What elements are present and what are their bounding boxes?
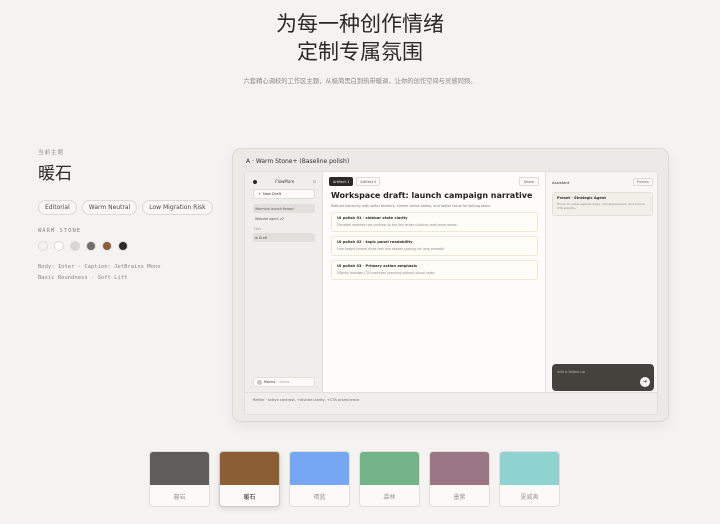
font-spec: Body: Inter · Caption: JetBrains Mono <box>38 264 161 270</box>
theme-color-preview <box>360 452 419 485</box>
theme-color-preview <box>220 452 279 485</box>
detail-spec: Basic Roundness · Soft Lift <box>38 275 128 281</box>
card-title: UI polish 03 · Primary action emphasis <box>337 264 418 268</box>
assistant-title: Assistant <box>552 179 570 185</box>
color-swatch <box>38 241 48 251</box>
new-draft-button[interactable]: + New Draft <box>253 189 315 199</box>
theme-label: 暮岩 <box>173 494 186 501</box>
theme-card[interactable]: 暖石 <box>219 451 280 507</box>
preview-app: FlowMore ⊡ + New Draft Warmine launch th… <box>244 171 658 415</box>
color-swatch <box>86 241 96 251</box>
theme-label: 晴蓝 <box>313 494 326 501</box>
theme-chip: Warm Neutral <box>81 200 138 215</box>
brand: FlowMore ⊡ <box>253 179 316 184</box>
preset-title: Preset · Strategic Agent <box>557 196 606 200</box>
preset-description: Focus on value against ways, and appeara… <box>557 202 645 211</box>
theme-color-preview <box>430 452 489 485</box>
theme-color-preview <box>500 452 559 485</box>
share-button[interactable]: Share <box>518 177 539 186</box>
user-name: Marina <box>264 380 276 384</box>
hero-eyebrow: —— —— <box>0 0 720 2</box>
brand-name: FlowMore <box>275 179 295 184</box>
theme-chips: Editorial Warm Neutral Low Migration Ris… <box>38 200 228 215</box>
color-swatch <box>54 241 64 251</box>
preview-main: Artifact 1 Artifact 2 Share Workspace dr… <box>323 172 545 394</box>
color-swatch <box>118 241 128 251</box>
assistant-composer: Add a follow-up ➜ <box>552 364 654 391</box>
card-title: UI polish 02 · topic panel readability <box>337 240 413 244</box>
preview-sidebar: FlowMore ⊡ + New Draft Warmine launch th… <box>245 172 323 394</box>
new-draft-label: New Draft <box>263 192 282 196</box>
workspace-title: Workspace draft: launch campaign narrati… <box>331 191 533 200</box>
preview-button[interactable]: Preview <box>632 178 653 186</box>
theme-card[interactable]: 墨紫 <box>429 451 490 507</box>
tab-artifact-2[interactable]: Artifact 2 <box>356 177 381 186</box>
theme-label: 夏威夷 <box>520 494 539 501</box>
theme-card[interactable]: 晴蓝 <box>289 451 350 507</box>
theme-selector: 暮岩 暖石 晴蓝 森林 墨紫 夏威夷 <box>149 451 560 507</box>
theme-chip: Editorial <box>38 200 77 215</box>
hero-subtitle: 六套精心调校的工作区主题，从极简黑白到热带暖调，让你的创作空间与灵感同频。 <box>243 78 477 85</box>
theme-color-preview <box>150 452 209 485</box>
sidebar-item[interactable]: Website agent v2 <box>253 214 315 223</box>
send-arrow-icon: ➜ <box>642 379 648 385</box>
preview-status-bar: Refine · active contrast, +divider clari… <box>245 392 657 414</box>
hero-title: 为每一种创作情绪 定制专属氛围 <box>0 10 720 66</box>
card-description: Slightly stronger CTA improves scanning … <box>337 270 436 275</box>
theme-card[interactable]: 森林 <box>359 451 420 507</box>
preset-card[interactable]: Preset · Strategic Agent Focus on value … <box>552 192 653 216</box>
assistant-panel: Assistant Preview Preset · Strategic Age… <box>545 172 657 394</box>
color-swatch <box>70 241 80 251</box>
sidebar-item[interactable]: ⊞ Draft <box>253 233 315 242</box>
theme-label: 暖石 <box>243 494 256 501</box>
sidebar-group-label: Files <box>254 227 261 231</box>
theme-info-panel: 当前主题 暖石 Editorial Warm Neutral Low Migra… <box>38 148 228 284</box>
polish-card[interactable]: UI polish 02 · topic panel readability L… <box>331 236 538 256</box>
palette-swatches <box>38 241 228 251</box>
user-profile[interactable]: Marina · active <box>253 377 315 387</box>
theme-label: 墨紫 <box>453 494 466 501</box>
palette-label: WARM STONE <box>38 228 82 234</box>
workspace-description: Refined hierarchy with softer dividers, … <box>331 204 491 208</box>
card-description: Line-height normal rhtax text and deeper… <box>337 246 445 251</box>
polish-card[interactable]: UI polish 03 · Primary action emphasis S… <box>331 260 538 280</box>
theme-card[interactable]: 暮岩 <box>149 451 210 507</box>
theme-chip: Low Migration Risk <box>142 200 213 215</box>
sidebar-toggle-icon[interactable]: ⊡ <box>313 179 316 184</box>
avatar <box>257 379 262 385</box>
tab-artifact-1[interactable]: Artifact 1 <box>329 177 354 186</box>
current-theme-kicker: 当前主题 <box>38 150 65 156</box>
theme-card[interactable]: 夏威夷 <box>499 451 560 507</box>
follow-up-input[interactable]: Add a follow-up <box>557 370 585 374</box>
user-status: · active <box>277 380 290 384</box>
theme-color-preview <box>290 452 349 485</box>
theme-preview-window: A · Warm Stone+ (Baseline polish) FlowMo… <box>232 148 669 422</box>
artifact-tabs: Artifact 1 Artifact 2 <box>329 177 381 186</box>
assistant-header: Assistant Preview <box>552 178 653 186</box>
card-title: UI polish 01 · sidebar state clarity <box>337 216 408 220</box>
preview-window-title: A · Warm Stone+ (Baseline polish) <box>246 158 350 165</box>
sidebar-item[interactable]: Warmine launch thread <box>253 204 315 213</box>
hero-title-line2: 定制专属氛围 <box>297 40 423 64</box>
polish-card[interactable]: UI polish 01 · sidebar state clarity Ele… <box>331 212 538 232</box>
send-button[interactable]: ➜ <box>640 377 650 387</box>
card-description: Elevated selected row contrast so the ke… <box>337 222 458 227</box>
color-swatch <box>102 241 112 251</box>
plus-icon: + <box>258 192 262 196</box>
theme-label: 森林 <box>383 494 396 501</box>
current-theme-name: 暖石 <box>38 164 72 184</box>
hero-title-line1: 为每一种创作情绪 <box>276 12 444 36</box>
